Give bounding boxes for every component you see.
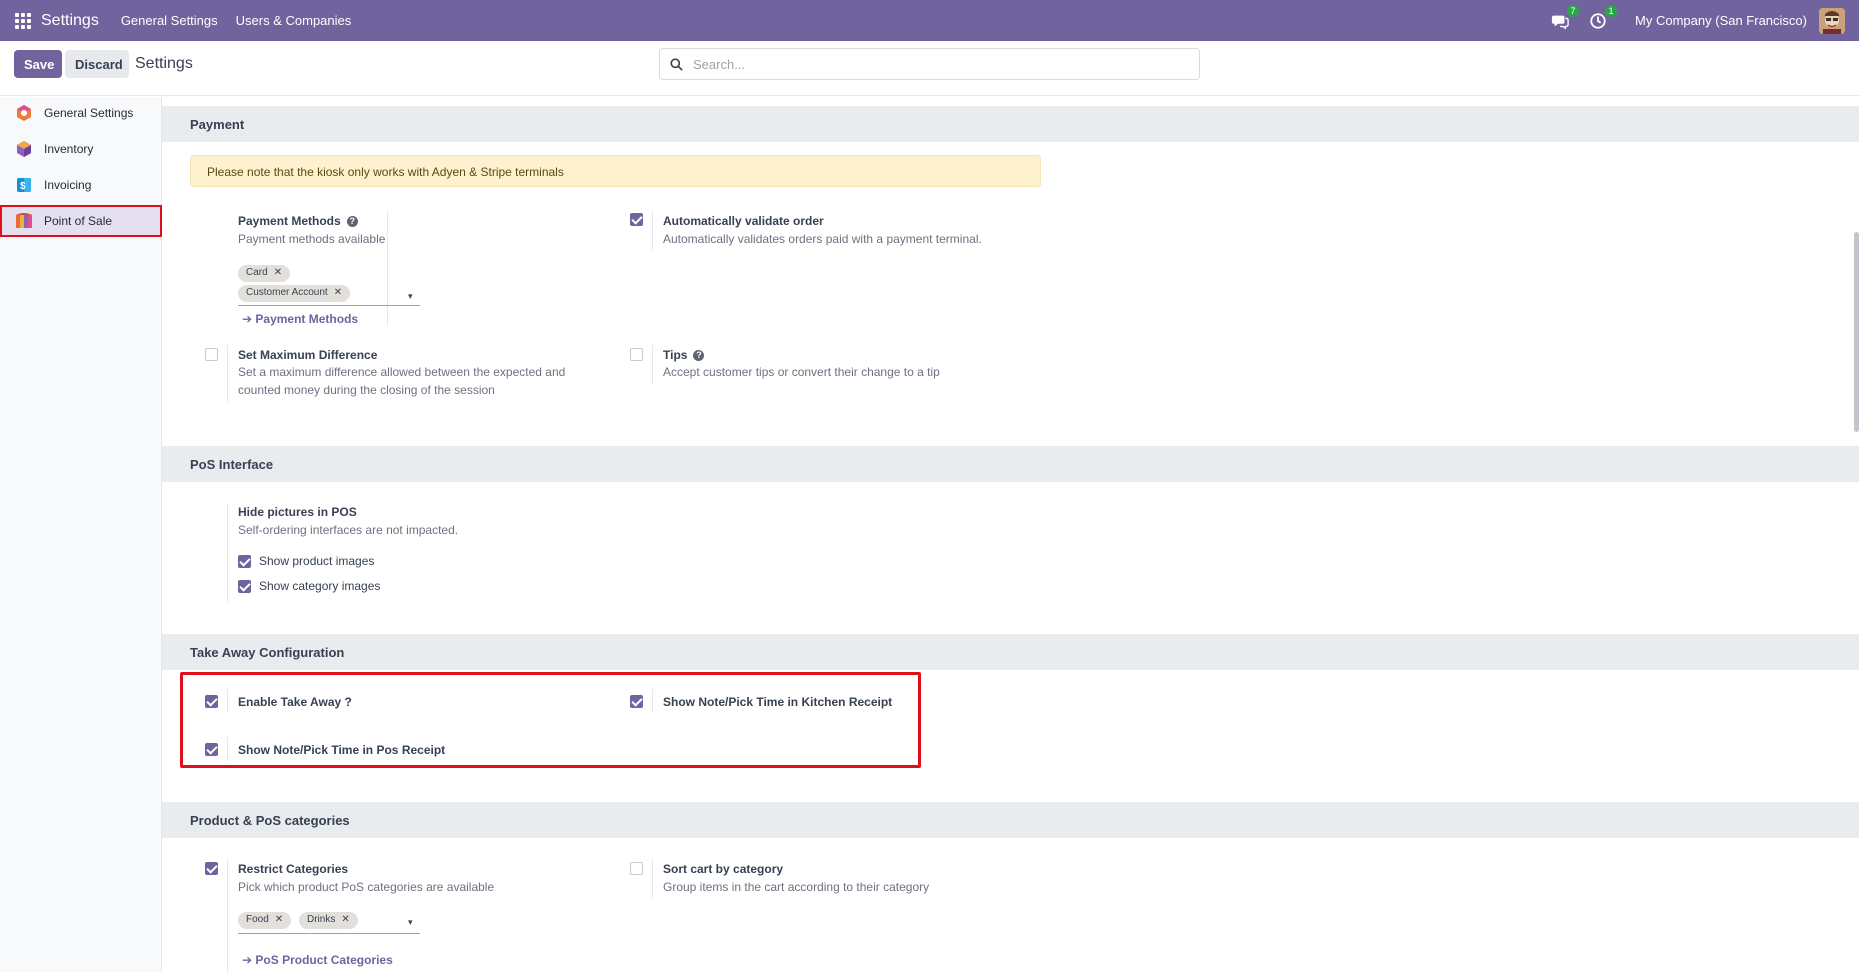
apps-grid-icon[interactable]: [15, 12, 31, 29]
tag-card: Card ✕: [238, 265, 291, 282]
section-header-product-categories: Product & PoS categories: [162, 802, 1859, 838]
max-difference-checkbox[interactable]: [205, 348, 218, 361]
messages-badge: 7: [1567, 4, 1580, 17]
tips-checkbox[interactable]: [630, 348, 643, 361]
setting-hide-pictures-title: Hide pictures in POS: [238, 505, 357, 519]
inventory-icon: [17, 141, 31, 157]
sidebar-item-general-settings[interactable]: General Settings: [0, 97, 162, 129]
sidebar-item-invoicing[interactable]: $ Invoicing: [0, 169, 162, 201]
setting-auto-validate-desc: Automatically validates orders paid with…: [663, 232, 982, 246]
user-avatar[interactable]: [1819, 7, 1845, 34]
setting-sort-cart-title: Sort cart by category: [663, 862, 784, 876]
section-title: Product & PoS categories: [190, 813, 350, 828]
divider: [227, 503, 228, 603]
sidebar-item-point-of-sale[interactable]: Point of Sale: [0, 205, 162, 237]
settings-content: Payment Please note that the kiosk only …: [162, 97, 1859, 972]
search-icon: [670, 57, 683, 71]
setting-tips-title: Tips?: [663, 348, 705, 362]
remove-tag-icon[interactable]: ✕: [275, 914, 283, 925]
show-category-images-checkbox[interactable]: [238, 579, 251, 593]
search-bar[interactable]: [659, 48, 1200, 80]
tag-customer-account: Customer Account ✕: [238, 285, 351, 302]
help-icon[interactable]: ?: [346, 216, 358, 227]
tag-food: Food ✕: [238, 912, 292, 929]
divider: [227, 345, 228, 402]
activity-badge: 1: [1605, 4, 1618, 17]
sidebar-item-label: Inventory: [44, 142, 94, 156]
payment-methods-link[interactable]: ➔ Payment Methods: [242, 312, 358, 326]
company-switcher[interactable]: My Company (San Francisco): [1635, 13, 1807, 28]
show-product-images-checkbox[interactable]: [238, 554, 251, 568]
control-panel: Save Discard Settings: [0, 41, 1859, 96]
vertical-scrollbar[interactable]: [1854, 232, 1859, 432]
show-product-images-label: Show product images: [259, 554, 375, 568]
setting-tips-desc: Accept customer tips or convert their ch…: [663, 365, 940, 379]
section-title: PoS Interface: [190, 457, 274, 472]
navbar-systray: 7 1 My Company (San Francisco): [1551, 0, 1859, 41]
top-navbar: Settings General Settings Users & Compan…: [0, 0, 1859, 41]
menu-general-settings[interactable]: General Settings: [121, 13, 218, 28]
setting-auto-validate-title: Automatically validate order: [663, 214, 824, 228]
discard-button[interactable]: Discard: [65, 50, 129, 78]
divider: [652, 345, 653, 385]
save-button[interactable]: Save: [14, 50, 62, 78]
show-category-images-row[interactable]: Show category images: [238, 579, 380, 593]
setting-restrict-categories-title: Restrict Categories: [238, 862, 349, 876]
chevron-down-icon[interactable]: ▾: [408, 917, 413, 928]
divider: [652, 211, 653, 251]
settings-sidebar: General Settings Inventory $ Invoicing P…: [0, 97, 162, 972]
tag-drinks: Drinks ✕: [299, 912, 358, 929]
divider: [387, 211, 388, 326]
auto-validate-checkbox[interactable]: [630, 213, 643, 226]
section-header-payment: Payment: [162, 106, 1859, 142]
section-header-pos-interface: PoS Interface: [162, 446, 1859, 482]
help-icon[interactable]: ?: [693, 350, 705, 361]
remove-tag-icon[interactable]: ✕: [334, 287, 342, 298]
setting-hide-pictures-desc: Self-ordering interfaces are not impacte…: [238, 523, 459, 537]
remove-tag-icon[interactable]: ✕: [341, 914, 349, 925]
setting-restrict-categories-desc: Pick which product PoS categories are av…: [238, 880, 495, 894]
restrict-categories-checkbox[interactable]: [205, 862, 218, 875]
menu-users-companies[interactable]: Users & Companies: [236, 13, 352, 28]
show-product-images-row[interactable]: Show product images: [238, 554, 374, 568]
sidebar-item-label: Point of Sale: [44, 214, 113, 228]
kiosk-terminal-alert: Please note that the kiosk only works wi…: [190, 155, 1041, 187]
section-header-take-away: Take Away Configuration: [162, 634, 1859, 670]
setting-max-difference-desc: Set a maximum difference allowed between…: [238, 365, 566, 397]
remove-tag-icon[interactable]: ✕: [274, 267, 282, 278]
show-category-images-label: Show category images: [259, 579, 381, 593]
restrict-categories-field[interactable]: [238, 933, 420, 934]
general-settings-icon: [17, 105, 31, 121]
invoicing-icon: $: [17, 178, 31, 192]
highlight-take-away-box: [180, 672, 921, 768]
activity-clock-icon[interactable]: 1: [1589, 4, 1618, 30]
messages-icon[interactable]: 7: [1551, 4, 1580, 30]
point-of-sale-icon: [16, 213, 32, 228]
sort-cart-checkbox[interactable]: [630, 862, 643, 875]
divider: [652, 859, 653, 899]
divider: [227, 859, 228, 972]
payment-methods-field[interactable]: [238, 305, 420, 306]
setting-payment-methods-title: Payment Methods?: [238, 214, 358, 228]
setting-payment-methods-desc: Payment methods available: [238, 232, 386, 246]
sidebar-item-label: Invoicing: [44, 178, 92, 192]
page-title: Settings: [135, 55, 193, 72]
chevron-down-icon[interactable]: ▾: [408, 291, 413, 302]
setting-max-difference-title: Set Maximum Difference: [238, 348, 378, 362]
pos-product-categories-link[interactable]: ➔ PoS Product Categories: [242, 953, 393, 967]
setting-sort-cart-desc: Group items in the cart according to the…: [663, 880, 930, 894]
sidebar-item-inventory[interactable]: Inventory: [0, 133, 162, 165]
section-title: Take Away Configuration: [190, 645, 345, 660]
app-title[interactable]: Settings: [41, 12, 99, 30]
sidebar-item-label: General Settings: [44, 106, 134, 120]
svg-text:$: $: [20, 181, 26, 192]
search-input[interactable]: [693, 56, 1173, 72]
section-title: Payment: [190, 117, 245, 132]
